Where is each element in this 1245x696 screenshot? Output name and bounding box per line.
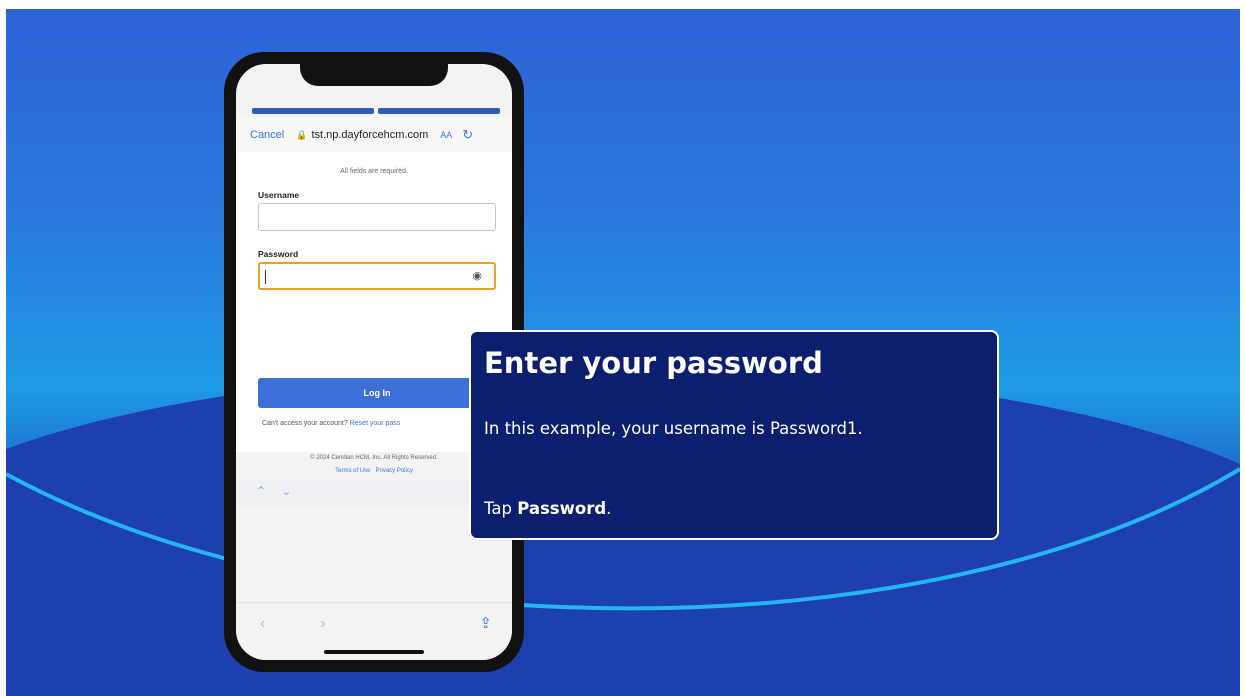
account-help: Can't access your account? Reset your pa… bbox=[262, 420, 400, 427]
back-icon[interactable]: ‹ bbox=[260, 615, 265, 633]
callout-title: Enter your password bbox=[484, 346, 823, 380]
lock-icon: 🔒 bbox=[296, 129, 308, 140]
log-in-button[interactable]: Log In bbox=[258, 378, 496, 408]
tutorial-stage: Cancel 🔒 tst.np.dayforcehcm.com AA ↻ All… bbox=[6, 9, 1240, 696]
browser-url[interactable]: tst.np.dayforcehcm.com bbox=[311, 129, 428, 141]
terms-link[interactable]: Terms of Use bbox=[335, 468, 370, 474]
privacy-link[interactable]: Privacy Policy bbox=[376, 468, 413, 474]
text-caret bbox=[265, 270, 266, 284]
tutorial-callout: Enter your password In this example, you… bbox=[469, 330, 999, 540]
browser-tab-strip bbox=[252, 108, 500, 114]
home-indicator bbox=[324, 650, 424, 654]
text-size-button[interactable]: AA bbox=[440, 130, 452, 140]
callout-body: In this example, your username is Passwo… bbox=[484, 419, 863, 438]
callout-instruction: Tap Password. bbox=[484, 499, 611, 518]
username-field[interactable] bbox=[258, 203, 496, 231]
username-label: Username bbox=[258, 190, 300, 200]
required-note: All fields are required. bbox=[340, 168, 408, 175]
password-field[interactable]: ◉ bbox=[258, 262, 496, 290]
browser-url-bar: Cancel 🔒 tst.np.dayforcehcm.com AA ↻ bbox=[236, 118, 512, 153]
cant-access-text: Can't access your account? bbox=[262, 420, 348, 427]
tap-suffix: . bbox=[606, 499, 612, 518]
eye-icon[interactable]: ◉ bbox=[472, 269, 482, 282]
password-label: Password bbox=[258, 249, 299, 259]
tap-target: Password bbox=[517, 499, 607, 518]
tap-prefix: Tap bbox=[484, 499, 518, 518]
reset-password-link[interactable]: Reset your pass bbox=[350, 420, 401, 427]
chevron-up-down-icon[interactable]: ⌃ ⌄ bbox=[256, 484, 297, 498]
forward-icon[interactable]: › bbox=[320, 615, 325, 633]
share-icon[interactable]: ⇪ bbox=[479, 614, 492, 632]
phone-notch bbox=[300, 64, 448, 86]
reload-icon[interactable]: ↻ bbox=[462, 127, 473, 143]
browser-cancel-button[interactable]: Cancel bbox=[250, 129, 284, 141]
